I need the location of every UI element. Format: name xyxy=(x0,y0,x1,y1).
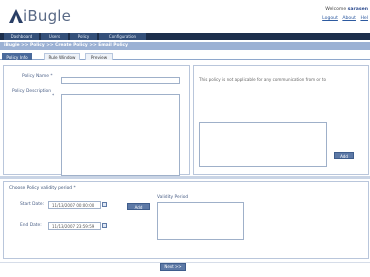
validity-period-label: Validity Period xyxy=(157,195,189,200)
next-button[interactable]: Next >> xyxy=(160,263,186,271)
main-nav: Dashboard Users Policy Configuration xyxy=(0,33,370,40)
policy-description-label: Policy Description xyxy=(12,89,52,94)
applicability-list[interactable] xyxy=(199,122,327,167)
end-calendar-icon[interactable] xyxy=(102,223,107,228)
logout-link[interactable]: Logout xyxy=(322,16,338,21)
app-header: iBugle Welcome sarasen Logout About Hel xyxy=(0,0,370,30)
nav-tab-policy[interactable]: Policy xyxy=(70,33,98,40)
end-date-label: End Date: xyxy=(20,223,42,228)
applicability-text: This policy is not applicable for any co… xyxy=(199,77,327,82)
welcome-username: sarasen xyxy=(347,7,368,12)
policy-name-label: Policy Name * xyxy=(22,74,53,79)
welcome-prefix: Welcome xyxy=(325,7,348,12)
tab-rule-window[interactable]: Rule Window xyxy=(44,53,80,60)
add-applicability-button[interactable]: Add xyxy=(334,152,354,159)
start-date-label: Start Date: xyxy=(20,202,45,207)
validity-section-label: Choose Policy validity period * xyxy=(9,186,76,191)
header-links: Logout About Hel xyxy=(319,16,368,21)
welcome-message: Welcome sarasen xyxy=(325,7,368,12)
section-divider xyxy=(0,176,370,179)
policy-info-panel: Policy Name * Policy Description * xyxy=(3,65,190,176)
nav-tab-dashboard[interactable]: Dashboard xyxy=(4,33,40,40)
add-validity-button[interactable]: Add xyxy=(127,203,150,210)
policy-name-input[interactable] xyxy=(61,77,180,84)
policy-subtabs: Policy Info Rule Window Preview xyxy=(0,53,370,60)
policy-description-required-mark: * xyxy=(52,94,55,99)
nav-tab-configuration[interactable]: Configuration xyxy=(99,33,147,40)
start-calendar-icon[interactable] xyxy=(102,202,107,207)
tab-preview[interactable]: Preview xyxy=(85,53,113,60)
end-date-field[interactable]: 11/13/2007 23:59:59 xyxy=(48,222,101,230)
app-logo-text: iBugle xyxy=(23,7,72,25)
validity-period-list[interactable] xyxy=(157,202,244,240)
validity-panel: Choose Policy validity period * Start Da… xyxy=(3,181,369,259)
start-date-field[interactable]: 11/13/2007 00:00:00 xyxy=(48,201,101,209)
tab-policy-info[interactable]: Policy Info xyxy=(2,53,32,60)
policy-description-textarea[interactable] xyxy=(61,94,180,176)
help-link[interactable]: Hel xyxy=(360,16,368,21)
footer-divider xyxy=(0,262,370,263)
nav-tab-users[interactable]: Users xyxy=(41,33,69,40)
about-link[interactable]: About xyxy=(342,16,356,21)
breadcrumb: iBugle >> Policy >> Create Policy >> Ema… xyxy=(0,42,370,50)
applicability-panel: This policy is not applicable for any co… xyxy=(193,65,369,175)
